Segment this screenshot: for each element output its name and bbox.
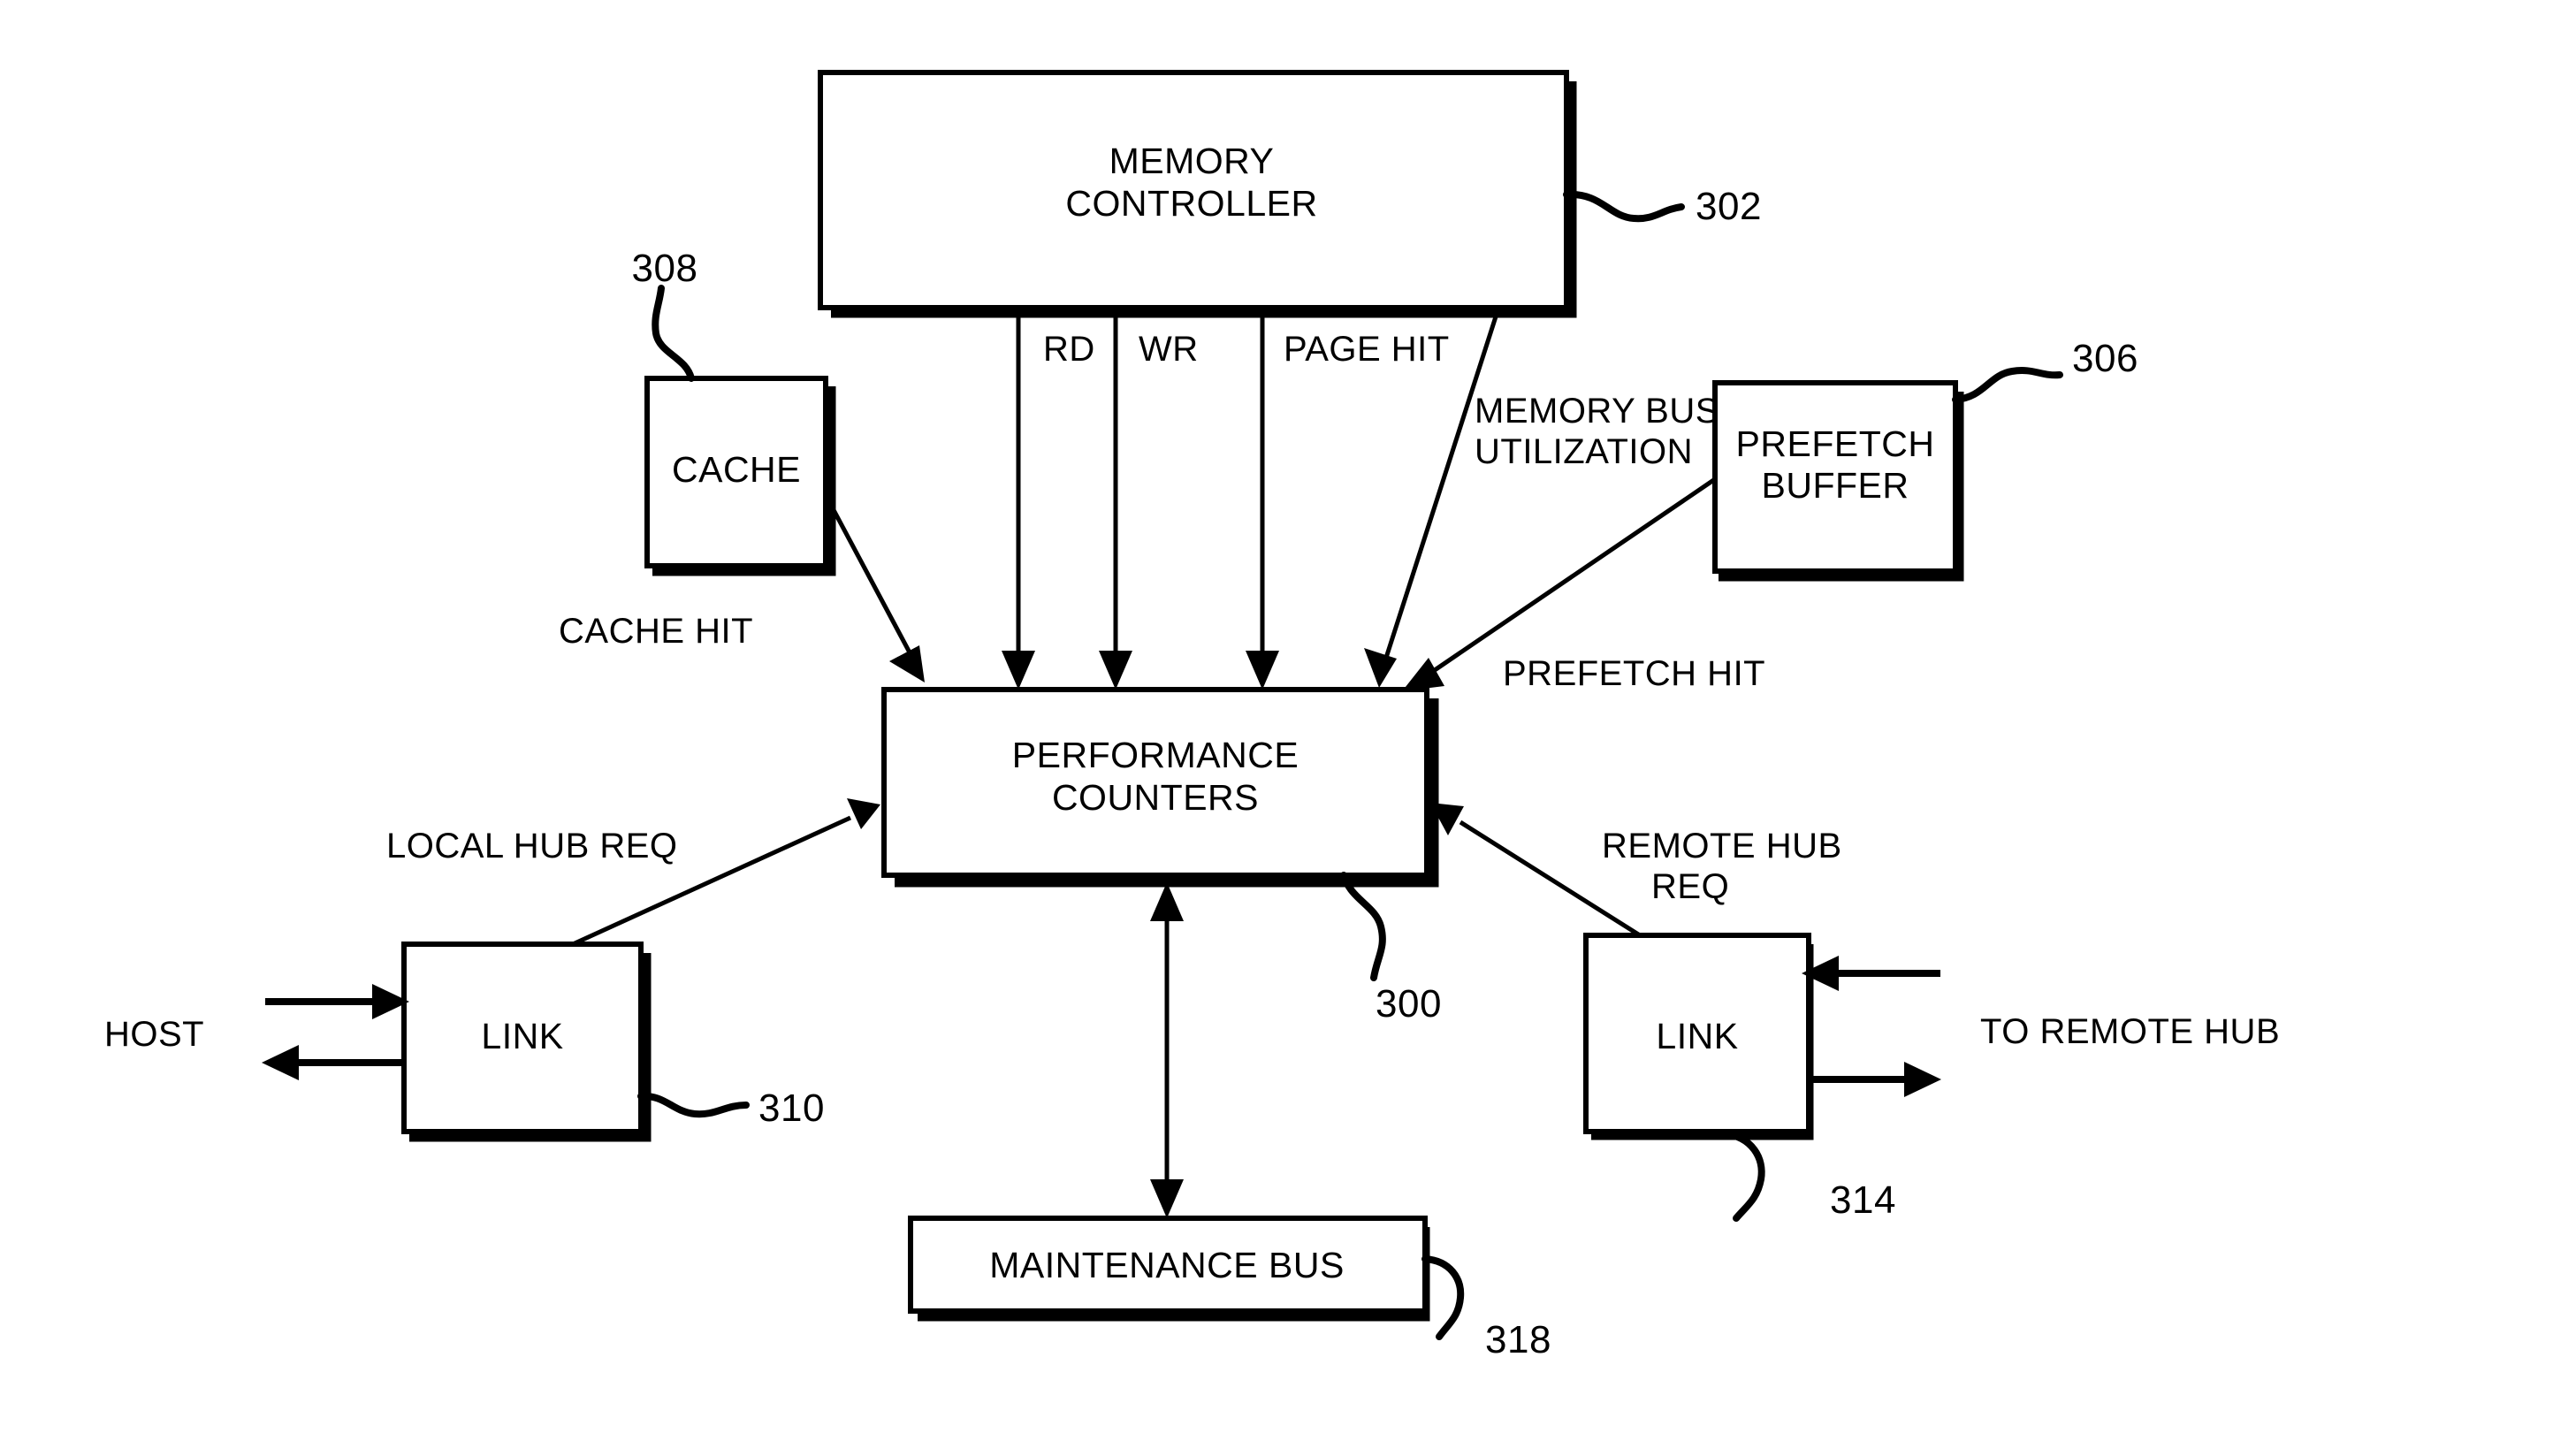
local-hub-req-label: LOCAL HUB REQ bbox=[386, 827, 678, 865]
memory-bus-utilization-label-line1: MEMORY BUS bbox=[1475, 392, 1719, 431]
diagram-canvas: MEMORY CONTROLLER 302 CACHE 308 CACHE HI… bbox=[104, 70, 2280, 1361]
signal-cache-hit bbox=[823, 493, 925, 682]
prefetch-hit-arrowhead bbox=[1402, 658, 1444, 691]
prefetch-hit-label: PREFETCH HIT bbox=[1503, 654, 1765, 693]
signal-rd: RD bbox=[1002, 311, 1095, 690]
block-memory-controller: MEMORY CONTROLLER 302 bbox=[818, 70, 1762, 318]
prefetch-hit-line bbox=[1430, 477, 1717, 675]
signal-local-hub-req: LOCAL HUB REQ bbox=[386, 798, 880, 947]
block-prefetch-buffer: PREFETCH BUFFER 306 bbox=[1712, 337, 2138, 582]
link-right-ref-leader bbox=[1720, 1130, 1765, 1222]
cache-ref: 308 bbox=[632, 247, 698, 290]
link-left-label: LINK bbox=[481, 1016, 563, 1056]
signal-host: HOST bbox=[104, 984, 409, 1080]
prefetch-buffer-label-line1: PREFETCH bbox=[1736, 423, 1935, 464]
patent-figure: MEMORY CONTROLLER 302 CACHE 308 CACHE HI… bbox=[0, 0, 2576, 1441]
signal-remote-hub-req: REMOTE HUB REQ bbox=[1430, 803, 1842, 938]
host-label: HOST bbox=[104, 1015, 204, 1054]
memory-bus-utilization-label-line2: UTILIZATION bbox=[1475, 432, 1693, 471]
maintenance-bus-ref: 318 bbox=[1485, 1318, 1551, 1361]
performance-counters-label-line2: COUNTERS bbox=[1052, 777, 1259, 818]
memory-controller-label-line2: CONTROLLER bbox=[1065, 183, 1317, 224]
performance-counters-ref: 300 bbox=[1376, 982, 1442, 1025]
page-hit-label: PAGE HIT bbox=[1284, 330, 1450, 369]
block-cache: CACHE 308 CACHE HIT bbox=[559, 247, 836, 651]
block-link-left: LINK 310 bbox=[401, 942, 825, 1142]
performance-counters-label-line1: PERFORMANCE bbox=[1012, 735, 1299, 775]
link-right-label: LINK bbox=[1656, 1016, 1738, 1056]
maintenance-bus-arrowhead-down bbox=[1150, 1179, 1184, 1218]
rd-arrowhead bbox=[1002, 651, 1035, 690]
page-hit-arrowhead bbox=[1246, 651, 1279, 690]
prefetch-buffer-label-line2: BUFFER bbox=[1762, 465, 1909, 506]
memory-controller-ref: 302 bbox=[1696, 185, 1762, 228]
host-out-arrowhead bbox=[262, 1045, 299, 1080]
signal-prefetch-hit: PREFETCH HIT bbox=[1402, 477, 1765, 693]
remote-hub-out-arrowhead bbox=[1904, 1062, 1941, 1097]
signal-to-remote-hub: TO REMOTE HUB bbox=[1802, 956, 2280, 1097]
performance-counters-ref-leader bbox=[1340, 872, 1386, 981]
cache-hit-line bbox=[823, 493, 913, 656]
maintenance-bus-ref-leader bbox=[1421, 1255, 1465, 1340]
signal-maintenance-bus-link bbox=[1150, 882, 1184, 1218]
prefetch-buffer-ref-leader bbox=[1952, 367, 2063, 403]
memory-controller-ref-leader bbox=[1563, 190, 1685, 223]
link-left-ref: 310 bbox=[758, 1086, 825, 1130]
link-right-ref: 314 bbox=[1830, 1178, 1896, 1222]
to-remote-hub-label: TO REMOTE HUB bbox=[1980, 1012, 2280, 1051]
signal-wr: WR bbox=[1099, 311, 1199, 690]
wr-arrowhead bbox=[1099, 651, 1132, 690]
maintenance-bus-arrowhead-up bbox=[1150, 882, 1184, 921]
remote-hub-req-label-line1: REMOTE HUB bbox=[1602, 827, 1842, 865]
wr-label: WR bbox=[1139, 330, 1199, 369]
memory-bus-utilization-arrowhead bbox=[1364, 648, 1397, 688]
local-hub-req-arrowhead bbox=[847, 798, 880, 829]
block-maintenance-bus: MAINTENANCE BUS 318 bbox=[908, 1216, 1551, 1361]
rd-label: RD bbox=[1043, 330, 1095, 369]
cache-label: CACHE bbox=[672, 449, 801, 490]
cache-ref-leader bbox=[652, 285, 695, 382]
remote-hub-req-label-line2: REQ bbox=[1651, 867, 1729, 906]
maintenance-bus-label: MAINTENANCE BUS bbox=[989, 1245, 1345, 1285]
memory-controller-label-line1: MEMORY bbox=[1109, 141, 1275, 181]
block-performance-counters: PERFORMANCE COUNTERS 300 bbox=[881, 687, 1442, 1025]
signal-page-hit: PAGE HIT bbox=[1246, 311, 1450, 690]
link-left-ref-leader bbox=[637, 1092, 750, 1118]
prefetch-buffer-ref: 306 bbox=[2072, 337, 2138, 380]
cache-hit-label: CACHE HIT bbox=[559, 612, 753, 651]
